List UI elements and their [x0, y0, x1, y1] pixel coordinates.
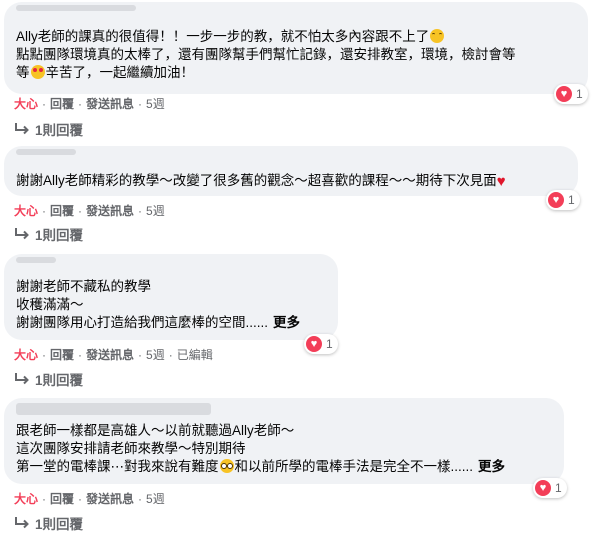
reply-arrow-icon: [15, 123, 29, 135]
pleading-face-emoji: [219, 459, 234, 473]
reply-arrow-icon: [15, 517, 29, 529]
reply-arrow-icon: [15, 228, 29, 240]
reaction-count-badge[interactable]: 1: [304, 334, 338, 354]
comment-text: 謝謝老師不藏私的教學 收穫滿滿～ 謝謝團隊用心打造給我們這麼棒的空間......…: [16, 279, 301, 330]
comment-actions: 大心 · 回覆 · 發送訊息 · 5週: [14, 95, 165, 112]
reply-button[interactable]: 回覆: [50, 202, 74, 219]
love-reaction-icon: [306, 336, 322, 352]
author-name-redacted[interactable]: [16, 149, 76, 155]
comment-bubble: 跟老師一樣都是高雄人～以前就聽過Ally老師～ 這次團隊安排請老師來教學～特別期…: [4, 398, 564, 484]
reply-button[interactable]: 回覆: [50, 95, 74, 112]
reply-button[interactable]: 回覆: [50, 490, 74, 507]
timestamp[interactable]: 5週: [146, 346, 165, 363]
love-reaction-button[interactable]: 大心: [14, 202, 38, 219]
love-reaction-button[interactable]: 大心: [14, 346, 38, 363]
comment-actions: 大心 · 回覆 · 發送訊息 · 5週 · 已編輯: [14, 346, 213, 363]
love-reaction-button[interactable]: 大心: [14, 490, 38, 507]
reaction-count-badge[interactable]: 1: [533, 478, 567, 498]
comment-actions: 大心 · 回覆 · 發送訊息 · 5週: [14, 202, 165, 219]
send-message-button[interactable]: 發送訊息: [86, 346, 134, 363]
red-heart-emoji: ♥: [496, 173, 506, 190]
timestamp[interactable]: 5週: [146, 490, 165, 507]
edited-label: 已編輯: [176, 348, 213, 362]
reply-arrow-icon: [15, 373, 29, 385]
comment-text: Ally老師的課真的很值得！！一步一步的教，就不怕太多內容跟不上了 點點團隊環境…: [16, 29, 516, 80]
love-reaction-icon: [548, 192, 564, 208]
see-more-link[interactable]: 更多: [478, 459, 505, 474]
grinning-face-emoji: [430, 29, 445, 43]
comment-bubble: 謝謝老師不藏私的教學 收穫滿滿～ 謝謝團隊用心打造給我們這麼棒的空間......…: [4, 254, 338, 340]
comment-text: 謝謝Ally老師精彩的教學～改變了很多舊的觀念～超喜歡的課程～～期待下次見面♥: [16, 173, 506, 190]
send-message-button[interactable]: 發送訊息: [86, 490, 134, 507]
comment-bubble: 謝謝Ally老師精彩的教學～改變了很多舊的觀念～超喜歡的課程～～期待下次見面♥: [4, 146, 578, 196]
timestamp[interactable]: 5週: [146, 95, 165, 112]
see-more-link[interactable]: 更多: [273, 315, 300, 330]
author-name-redacted[interactable]: [16, 5, 136, 11]
comment-text: 跟老師一樣都是高雄人～以前就聽過Ally老師～ 這次團隊安排請老師來教學～特別期…: [16, 423, 506, 474]
view-replies-link[interactable]: 1則回覆: [14, 513, 83, 533]
author-name-redacted[interactable]: [16, 257, 56, 263]
reaction-count-badge[interactable]: 1: [546, 190, 580, 210]
view-replies-link[interactable]: 1則回覆: [14, 119, 83, 139]
view-replies-link[interactable]: 1則回覆: [14, 224, 83, 244]
love-reaction-button[interactable]: 大心: [14, 95, 38, 112]
reply-button[interactable]: 回覆: [50, 346, 74, 363]
love-reaction-icon: [556, 86, 572, 102]
comment-bubble: Ally老師的課真的很值得！！一步一步的教，就不怕太多內容跟不上了 點點團隊環境…: [4, 2, 588, 94]
heart-eyes-emoji: [30, 65, 45, 79]
send-message-button[interactable]: 發送訊息: [86, 95, 134, 112]
timestamp[interactable]: 5週: [146, 202, 165, 219]
reaction-count-badge[interactable]: 1: [554, 84, 588, 104]
send-message-button[interactable]: 發送訊息: [86, 202, 134, 219]
author-name-redacted[interactable]: [16, 403, 211, 415]
comment-actions: 大心 · 回覆 · 發送訊息 · 5週: [14, 490, 165, 507]
love-reaction-icon: [535, 480, 551, 496]
view-replies-link[interactable]: 1則回覆: [14, 369, 83, 389]
